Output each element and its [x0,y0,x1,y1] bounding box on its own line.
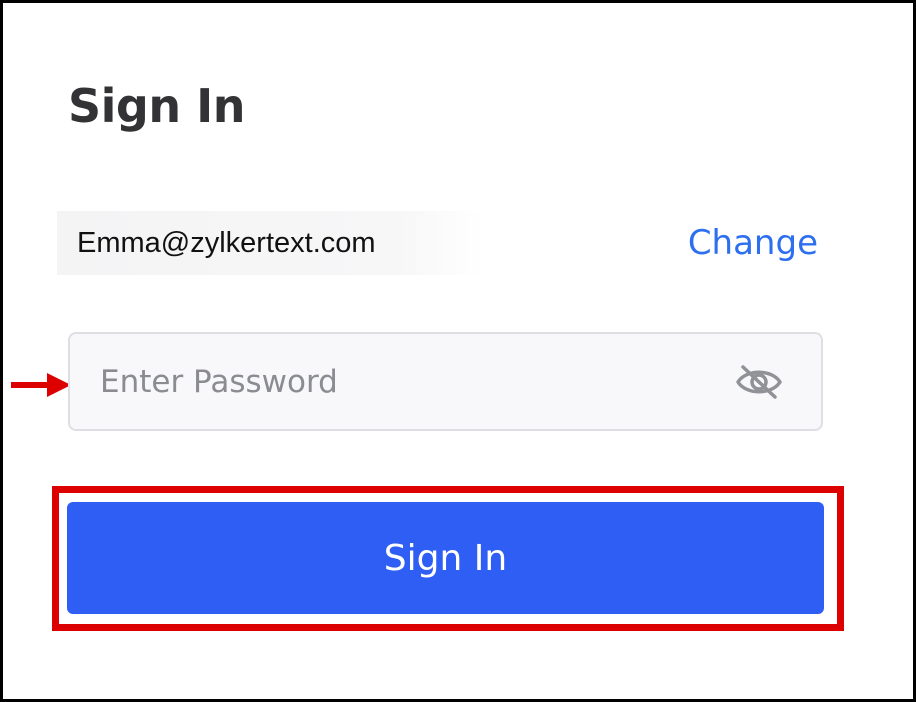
page-title: Sign In [68,79,245,133]
change-account-link[interactable]: Change [688,221,818,265]
account-email-chip: Emma@zylkertext.com [57,211,483,275]
eye-slash-icon[interactable] [735,363,783,401]
signin-panel: Sign In Emma@zylkertext.com Change Sign … [0,0,916,702]
password-input[interactable] [70,334,710,429]
account-email: Emma@zylkertext.com [77,226,376,259]
sign-in-button[interactable]: Sign In [67,502,824,614]
red-arrow-icon [11,373,71,397]
password-field [68,332,823,431]
